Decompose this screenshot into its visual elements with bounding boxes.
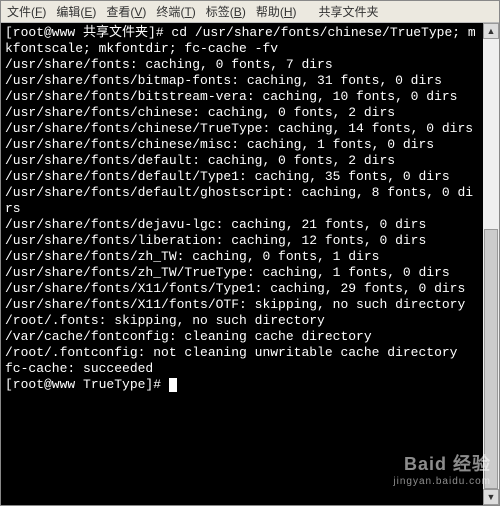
scroll-track[interactable] [483,39,499,489]
menu-file[interactable]: 文件(F) [7,3,46,20]
scroll-thumb[interactable] [484,229,498,489]
menubar: 文件(F) 编辑(E) 查看(V) 终端(T) 标签(B) 帮助(H) 共享文件… [1,1,499,23]
menu-terminal[interactable]: 终端(T) [156,3,195,20]
terminal-output[interactable]: [root@www 共享文件夹]# cd /usr/share/fonts/ch… [1,23,483,505]
cursor [169,378,177,392]
menu-tabs[interactable]: 标签(B) [206,3,246,20]
scroll-up-button[interactable]: ▲ [483,23,499,39]
menu-help[interactable]: 帮助(H) [256,3,297,20]
menu-view[interactable]: 查看(V) [106,3,146,20]
window-title-box: 共享文件夹 [315,3,383,20]
scrollbar[interactable]: ▲ ▼ [483,23,499,505]
terminal-window: 文件(F) 编辑(E) 查看(V) 终端(T) 标签(B) 帮助(H) 共享文件… [0,0,500,506]
scroll-down-button[interactable]: ▼ [483,489,499,505]
menu-edit[interactable]: 编辑(E) [56,3,96,20]
terminal-area: [root@www 共享文件夹]# cd /usr/share/fonts/ch… [1,23,499,505]
